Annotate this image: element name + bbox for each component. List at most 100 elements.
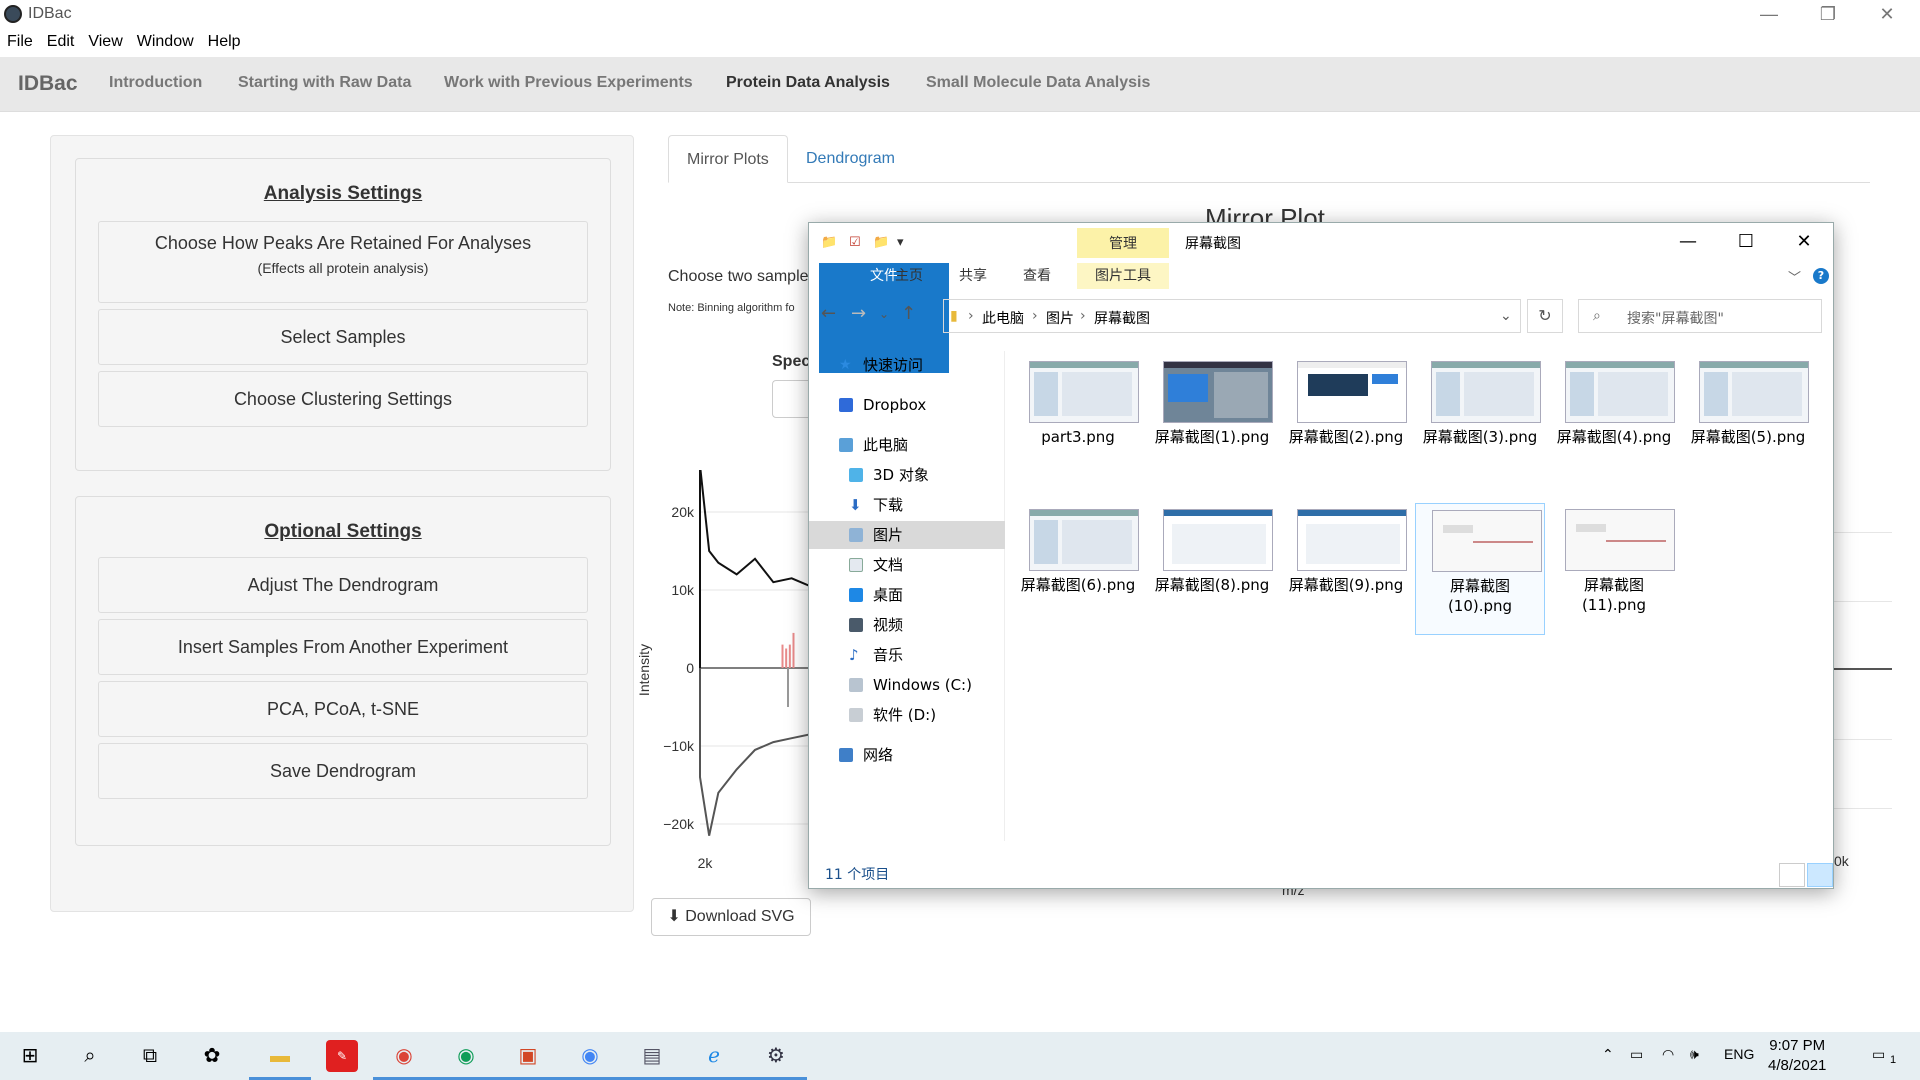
manage-tab[interactable]: 管理 bbox=[1077, 228, 1169, 258]
ribbon-home-tab[interactable]: 主页 bbox=[883, 263, 935, 289]
x-tick-label: 2k bbox=[698, 855, 714, 871]
details-view-icon[interactable] bbox=[1779, 863, 1805, 887]
help-icon[interactable]: ? bbox=[1813, 268, 1829, 284]
tab-mirror-plots[interactable]: Mirror Plots bbox=[668, 135, 788, 183]
tray-overflow-icon[interactable]: ⌃ bbox=[1602, 1046, 1614, 1063]
restore-button[interactable]: ❐ bbox=[1799, 0, 1857, 30]
download-svg-button[interactable]: ⬇ Download SVG bbox=[651, 898, 811, 936]
nav-drive-c[interactable]: Windows (C:) bbox=[809, 671, 1005, 699]
explorer-maximize-button[interactable]: ☐ bbox=[1717, 223, 1775, 263]
image-viewer-icon[interactable]: ▤ bbox=[636, 1040, 668, 1072]
menu-help[interactable]: Help bbox=[201, 30, 248, 54]
pca-pcoa-tsne-button[interactable]: PCA, PCoA, t-SNE bbox=[98, 681, 588, 737]
minimize-button[interactable]: — bbox=[1740, 0, 1798, 30]
menu-view[interactable]: View bbox=[81, 30, 129, 54]
volume-icon[interactable]: 🕪 bbox=[1690, 1046, 1699, 1063]
nav-small-molecule[interactable]: Small Molecule Data Analysis bbox=[926, 74, 1150, 92]
battery-icon[interactable]: ▭ bbox=[1630, 1046, 1643, 1063]
breadcrumb-screenshots[interactable]: 屏幕截图 bbox=[1094, 308, 1150, 328]
menu-edit[interactable]: Edit bbox=[40, 30, 82, 54]
nav-desktop[interactable]: 桌面 bbox=[809, 581, 1005, 609]
breadcrumb-this-pc[interactable]: 此电脑 bbox=[982, 308, 1024, 328]
search-input[interactable]: ⌕ 搜索"屏幕截图" bbox=[1578, 299, 1822, 333]
chrome-icon[interactable]: ◉ bbox=[388, 1040, 420, 1072]
file-item[interactable]: part3.png bbox=[1013, 355, 1143, 465]
clock[interactable]: 9:07 PM 4/8/2021 bbox=[1768, 1036, 1826, 1076]
internet-explorer-icon[interactable]: ℯ bbox=[698, 1040, 730, 1072]
breadcrumb-pictures[interactable]: 图片 bbox=[1046, 308, 1074, 328]
refresh-icon[interactable]: ↻ bbox=[1527, 299, 1563, 333]
recent-locations-icon[interactable]: ⌄ bbox=[879, 307, 889, 321]
menu-window[interactable]: Window bbox=[130, 30, 201, 54]
language-indicator[interactable]: ENG bbox=[1724, 1046, 1754, 1062]
file-item[interactable]: 屏幕截图(5).png bbox=[1683, 355, 1813, 465]
save-dendrogram-button[interactable]: Save Dendrogram bbox=[98, 743, 588, 799]
wifi-icon[interactable]: ◠ bbox=[1662, 1046, 1674, 1063]
nav-quick-access[interactable]: ★ 快速访问 bbox=[809, 351, 1005, 379]
chrome-profile-icon[interactable]: ◉ bbox=[450, 1040, 482, 1072]
ribbon-view-tab[interactable]: 查看 bbox=[1011, 263, 1063, 289]
nav-pictures[interactable]: 图片 bbox=[809, 521, 1005, 549]
nav-downloads[interactable]: ⬇ 下载 bbox=[809, 491, 1005, 519]
youdao-dictionary-icon[interactable]: ✎ bbox=[326, 1040, 358, 1072]
windows-start-icon[interactable]: ⊞ bbox=[14, 1040, 46, 1072]
close-button[interactable]: ✕ bbox=[1858, 0, 1916, 30]
ribbon-share-tab[interactable]: 共享 bbox=[947, 263, 999, 289]
nav-protein-analysis[interactable]: Protein Data Analysis bbox=[726, 74, 890, 92]
nav-music[interactable]: ♪ 音乐 bbox=[809, 641, 1005, 669]
nav-label: 网络 bbox=[863, 746, 894, 764]
file-item[interactable]: 屏幕截图 (11).png bbox=[1549, 503, 1679, 635]
explorer-minimize-button[interactable]: — bbox=[1659, 223, 1717, 263]
nav-drive-d[interactable]: 软件 (D:) bbox=[809, 701, 1005, 729]
notification-icon[interactable]: ▭ bbox=[1872, 1046, 1885, 1063]
file-item[interactable]: 屏幕截图(6).png bbox=[1013, 503, 1143, 613]
large-icons-view-icon[interactable] bbox=[1807, 863, 1833, 887]
nav-previous-experiments[interactable]: Work with Previous Experiments bbox=[444, 74, 693, 92]
address-dropdown-icon[interactable]: ⌄ bbox=[1500, 308, 1512, 324]
file-item[interactable]: 屏幕截图(3).png bbox=[1415, 355, 1545, 465]
clustering-settings-button[interactable]: Choose Clustering Settings bbox=[98, 371, 588, 427]
chrome-profile-2-icon[interactable]: ◉ bbox=[574, 1040, 606, 1072]
quick-access-dropdown-icon[interactable]: ▾ bbox=[897, 235, 904, 250]
optional-settings-panel: Optional Settings Adjust The Dendrogram … bbox=[75, 496, 611, 846]
forward-arrow-icon[interactable]: → bbox=[851, 303, 866, 324]
back-arrow-icon[interactable]: ← bbox=[821, 303, 836, 324]
ribbon-picture-tools-tab[interactable]: 图片工具 bbox=[1077, 263, 1169, 289]
file-item[interactable]: 屏幕截图(2).png bbox=[1281, 355, 1411, 465]
nav-network[interactable]: 网络 bbox=[809, 741, 1005, 769]
new-folder-icon[interactable]: 📁 bbox=[873, 235, 889, 250]
tab-dendrogram[interactable]: Dendrogram bbox=[788, 135, 913, 183]
navbar-brand[interactable]: IDBac bbox=[18, 72, 78, 96]
file-item-selected[interactable]: 屏幕截图 (10).png bbox=[1415, 503, 1545, 635]
file-item[interactable]: 屏幕截图(1).png bbox=[1147, 355, 1277, 465]
nav-3d-objects[interactable]: 3D 对象 bbox=[809, 461, 1005, 489]
spectrum-select[interactable] bbox=[772, 380, 812, 418]
select-samples-button[interactable]: Select Samples bbox=[98, 309, 588, 365]
nav-this-pc[interactable]: 此电脑 bbox=[809, 431, 1005, 459]
adjust-dendrogram-button[interactable]: Adjust The Dendrogram bbox=[98, 557, 588, 613]
title-bar: IDBac — ❐ ✕ bbox=[0, 0, 1920, 30]
nav-introduction[interactable]: Introduction bbox=[109, 74, 202, 92]
nav-videos[interactable]: 视频 bbox=[809, 611, 1005, 639]
search-icon[interactable]: ⌕ bbox=[74, 1040, 106, 1072]
properties-icon[interactable]: ☑ bbox=[849, 235, 861, 250]
powerpoint-icon[interactable]: ▣ bbox=[512, 1040, 544, 1072]
menu-file[interactable]: File bbox=[0, 30, 40, 54]
nav-raw-data[interactable]: Starting with Raw Data bbox=[238, 74, 411, 92]
task-view-icon[interactable]: ⧉ bbox=[134, 1040, 166, 1072]
folder-icon: ▮ bbox=[950, 308, 958, 324]
app-swirl-icon[interactable]: ✿ bbox=[196, 1040, 228, 1072]
file-explorer-icon[interactable]: ▬ bbox=[264, 1040, 296, 1072]
file-item[interactable]: 屏幕截图(9).png bbox=[1281, 503, 1411, 613]
up-arrow-icon[interactable]: ↑ bbox=[901, 303, 916, 324]
address-input[interactable]: ▮ › 此电脑 › 图片 › 屏幕截图 ⌄ bbox=[943, 299, 1521, 333]
ribbon-expand-icon[interactable]: ﹀ bbox=[1788, 267, 1801, 286]
peaks-retained-button[interactable]: Choose How Peaks Are Retained For Analys… bbox=[98, 221, 588, 303]
nav-dropbox[interactable]: Dropbox bbox=[809, 391, 1005, 419]
file-item[interactable]: 屏幕截图(4).png bbox=[1549, 355, 1679, 465]
file-item[interactable]: 屏幕截图(8).png bbox=[1147, 503, 1277, 613]
nav-documents[interactable]: 文档 bbox=[809, 551, 1005, 579]
explorer-close-button[interactable]: ✕ bbox=[1775, 223, 1833, 263]
insert-samples-button[interactable]: Insert Samples From Another Experiment bbox=[98, 619, 588, 675]
idbac-taskbar-icon[interactable]: ⚙ bbox=[760, 1040, 792, 1072]
